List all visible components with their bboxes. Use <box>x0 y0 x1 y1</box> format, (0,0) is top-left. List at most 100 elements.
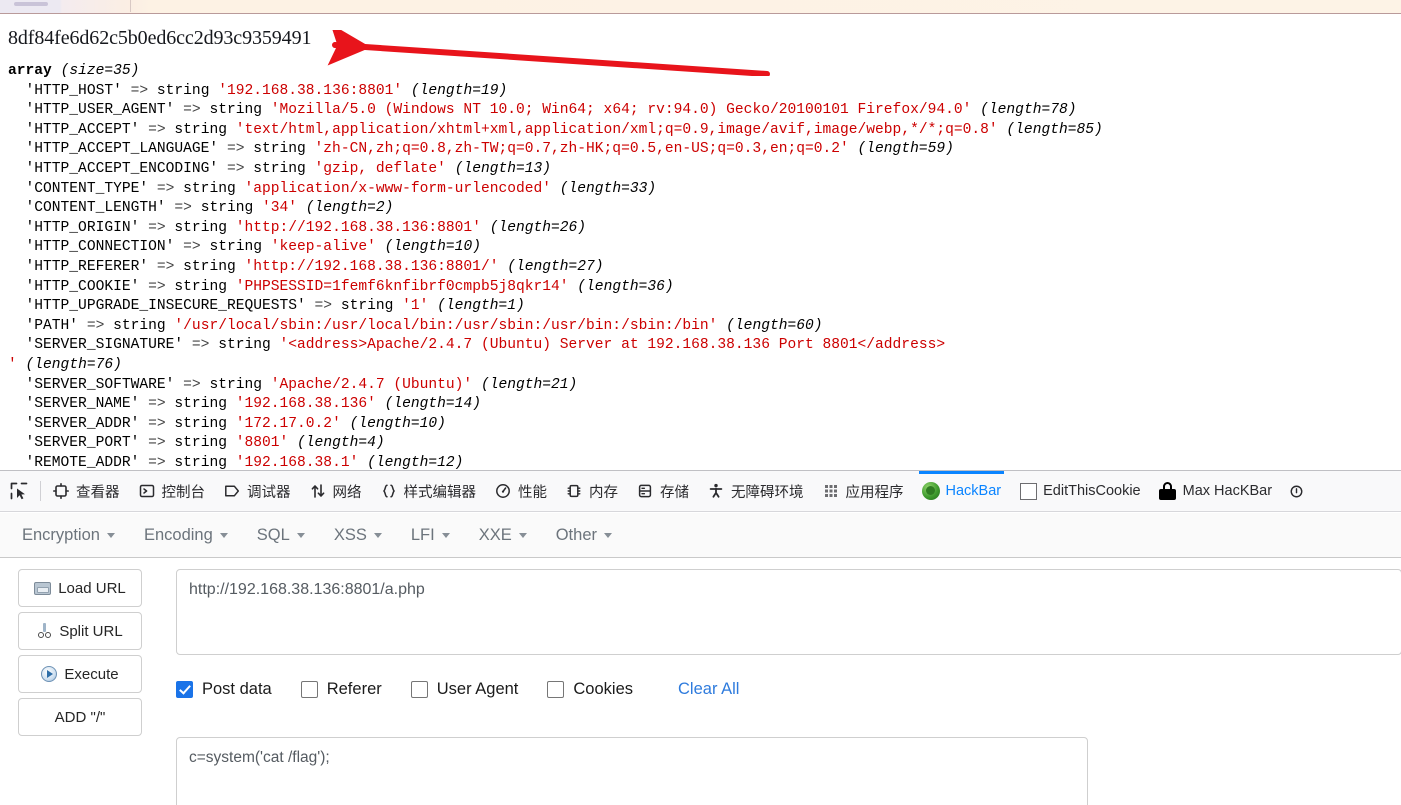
checkbox-square-icon <box>1019 482 1037 500</box>
devtools-toolbar: 查看器 控制台 调试器 网络 样式编辑器 性能 内存 存储 无障碍环境 应用程序… <box>0 470 1401 512</box>
hackbar-menu-label: XSS <box>333 525 367 544</box>
post-data-checkbox[interactable]: Post data <box>176 680 272 699</box>
post-data-input[interactable]: c=system('cat /flag'); <box>176 737 1088 805</box>
button-label: ADD "/" <box>54 708 106 726</box>
hackbar-menu-label: SQL <box>256 525 290 544</box>
element-picker-button[interactable] <box>0 471 38 511</box>
var-dump-output: array (size=35) 'HTTP_HOST' => string '1… <box>8 63 1103 470</box>
memory-icon <box>565 482 583 500</box>
execute-button[interactable]: Execute <box>18 655 142 693</box>
button-label: Load URL <box>58 579 126 597</box>
hackbar-menu-label: LFI <box>410 525 435 544</box>
extension-overflow-icon <box>1287 482 1305 500</box>
devtools-tab-label: 无障碍环境 <box>731 484 804 501</box>
devtools-tab-storage[interactable]: 存储 <box>627 471 698 511</box>
browser-tab-divider <box>130 0 131 12</box>
chevron-down-icon <box>518 532 527 538</box>
load-url-button[interactable]: Load URL <box>18 569 142 607</box>
referer-checkbox[interactable]: Referer <box>300 679 382 699</box>
accessibility-icon <box>707 482 725 500</box>
checkbox-label: Cookies <box>573 679 634 698</box>
devtools-tab-console[interactable]: 控制台 <box>129 471 215 511</box>
devtools-tab-label: 应用程序 <box>845 484 904 501</box>
hackbar-menu-other[interactable]: Other <box>552 522 625 549</box>
devtools-tab-label: HackBar <box>945 483 1002 499</box>
hackbar-menu-label: Encoding <box>143 525 213 544</box>
user-agent-checkbox[interactable]: User Agent <box>410 679 519 699</box>
checkbox-icon <box>547 680 565 698</box>
devtools-tab-label: 控制台 <box>161 484 206 501</box>
checkbox-label: Referer <box>326 679 382 698</box>
devtools-tab-label: 内存 <box>589 484 618 501</box>
chevron-down-icon <box>441 532 450 538</box>
devtools-tab-label: 性能 <box>518 484 547 501</box>
scissors-icon <box>37 623 52 639</box>
hackbar-menu-xss[interactable]: XSS <box>330 522 395 549</box>
devtools-tab-label: 查看器 <box>76 484 120 501</box>
checkbox-icon <box>410 680 428 698</box>
devtools-tab-performance[interactable]: 性能 <box>485 471 556 511</box>
hackbar-menu-lfi[interactable]: LFI <box>407 522 463 549</box>
load-url-icon <box>34 581 52 595</box>
split-url-button[interactable]: Split URL <box>18 612 142 650</box>
hackbar-menu-label: Other <box>555 525 597 544</box>
checkbox-label: User Agent <box>436 679 519 698</box>
network-icon <box>309 482 327 500</box>
inspector-icon <box>52 482 70 500</box>
add-slash-button[interactable]: ADD "/" <box>18 698 142 736</box>
devtools-tab-accessibility[interactable]: 无障碍环境 <box>698 471 813 511</box>
debugger-icon <box>223 482 241 500</box>
hackbar-options-row: Post data Referer User Agent Cookies Cle… <box>176 676 739 702</box>
hackbar-menu-label: Encryption <box>22 525 100 544</box>
browser-chrome-strip <box>0 0 1401 13</box>
screen: 8df84fe6d62c5b0ed6cc2d93c9359491 array (… <box>0 0 1401 805</box>
devtools-tab-network[interactable]: 网络 <box>300 471 371 511</box>
hackbar-menu-sql[interactable]: SQL <box>253 522 318 549</box>
firefox-addon-icon <box>921 482 940 500</box>
browser-tab-ghost <box>14 2 48 6</box>
devtools-tab-inspector[interactable]: 查看器 <box>43 471 129 511</box>
checkbox-checked-icon <box>176 680 193 698</box>
chevron-down-icon <box>219 532 228 538</box>
devtools-tab-debugger[interactable]: 调试器 <box>214 471 300 511</box>
devtools-tab-hackbar[interactable]: HackBar <box>913 471 1011 511</box>
url-input[interactable]: http://192.168.38.136:8801/a.php <box>176 569 1401 655</box>
chevron-down-icon <box>296 532 305 538</box>
devtools-tab-overflow[interactable] <box>1281 471 1314 511</box>
devtools-tab-label: 调试器 <box>247 484 291 501</box>
play-icon <box>41 666 58 682</box>
devtools-tab-label: 样式编辑器 <box>403 484 477 501</box>
storage-icon <box>636 482 654 500</box>
hackbar-menubar: Encryption Encoding SQL XSS LFI XXE Othe… <box>0 513 1401 558</box>
devtools-tab-memory[interactable]: 内存 <box>556 471 627 511</box>
devtools-tab-label: EditThisCookie <box>1043 483 1141 499</box>
devtools-tab-style-editor[interactable]: 样式编辑器 <box>371 471 486 511</box>
devtools-tab-application[interactable]: 应用程序 <box>813 471 913 511</box>
element-picker-icon <box>10 482 28 500</box>
cookies-checkbox[interactable]: Cookies <box>547 680 633 699</box>
clear-all-link[interactable]: Clear All <box>678 680 739 699</box>
button-label: Split URL <box>59 622 123 640</box>
hackbar-menu-xxe[interactable]: XXE <box>475 522 540 549</box>
hackbar-panel: Load URL Split URL Execute ADD "/" http:… <box>0 559 1401 805</box>
devtools-tab-label: 存储 <box>660 484 689 501</box>
devtools-tab-max-hackbar[interactable]: Max HacKBar <box>1150 471 1281 511</box>
hackbar-button-column: Load URL Split URL Execute ADD "/" <box>18 569 142 741</box>
hackbar-menu-encryption[interactable]: Encryption <box>18 522 128 549</box>
lock-icon <box>1159 482 1177 500</box>
devtools-tab-label: Max HacKBar <box>1182 483 1273 499</box>
performance-icon <box>494 482 512 500</box>
chevron-down-icon <box>604 532 612 538</box>
devtools-tab-label: 网络 <box>332 484 362 501</box>
chevron-down-icon <box>106 532 115 538</box>
button-label: Execute <box>64 665 119 683</box>
toolbar-divider <box>40 481 41 501</box>
console-icon <box>138 482 156 500</box>
checkbox-icon <box>300 680 318 698</box>
devtools-tab-editthiscookie[interactable]: EditThisCookie <box>1010 471 1150 511</box>
flag-text: 8df84fe6d62c5b0ed6cc2d93c9359491 <box>8 27 312 49</box>
style-editor-icon <box>380 482 398 500</box>
hackbar-menu-encoding[interactable]: Encoding <box>140 522 241 549</box>
page-content: 8df84fe6d62c5b0ed6cc2d93c9359491 array (… <box>0 14 1401 470</box>
application-icon <box>822 482 840 500</box>
